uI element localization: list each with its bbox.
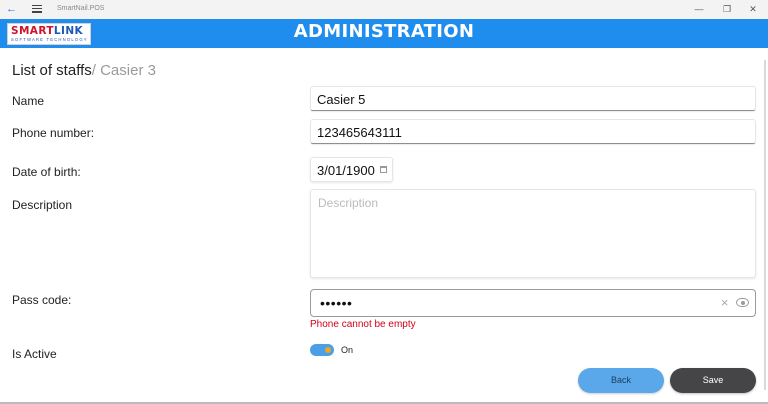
back-arrow-icon[interactable]: ← <box>6 3 18 15</box>
eye-icon[interactable] <box>736 298 749 307</box>
close-button[interactable]: ✕ <box>746 3 760 15</box>
calendar-icon[interactable] <box>380 166 387 173</box>
vertical-scrollbar[interactable] <box>764 60 766 390</box>
passcode-error-message: Phone cannot be empty <box>310 319 416 330</box>
passcode-input[interactable]: •••••• × <box>310 289 756 317</box>
phone-input[interactable]: 123465643111 <box>310 119 756 144</box>
clear-icon[interactable]: × <box>721 295 729 310</box>
breadcrumb: List of staffs/ Casier 3 <box>12 62 156 79</box>
passcode-value: •••••• <box>320 295 353 311</box>
restore-button[interactable]: ❐ <box>720 3 734 15</box>
breadcrumb-current: / Casier 3 <box>91 62 156 79</box>
active-label: Is Active <box>12 347 57 361</box>
page-title: ADMINISTRATION <box>293 21 475 42</box>
description-textarea[interactable]: Description <box>310 189 756 278</box>
active-toggle-state: On <box>341 345 354 355</box>
dob-picker[interactable]: 3/01/1900 <box>310 157 393 182</box>
app-header: SMARTLINK SOFTWARE TECHNOLOGY ADMINISTRA… <box>0 19 768 48</box>
toggle-knob <box>325 347 331 353</box>
active-toggle[interactable] <box>310 344 334 356</box>
name-input[interactable]: Casier 5 <box>310 86 756 111</box>
window-title: SmartNail.POS <box>57 5 105 12</box>
window-titlebar: ← SmartNail.POS — ❐ ✕ <box>0 0 768 19</box>
minimize-button[interactable]: — <box>692 3 706 15</box>
back-button[interactable]: Back <box>578 368 664 393</box>
save-button[interactable]: Save <box>670 368 756 393</box>
name-label: Name <box>12 94 45 108</box>
phone-label: Phone number: <box>12 126 95 140</box>
passcode-label: Pass code: <box>12 293 72 307</box>
dob-label: Date of birth: <box>12 165 81 179</box>
breadcrumb-root[interactable]: List of staffs <box>12 62 92 79</box>
dob-value: 3/01/1900 <box>317 163 375 178</box>
description-label: Description <box>12 198 73 212</box>
hamburger-icon[interactable] <box>32 3 42 15</box>
